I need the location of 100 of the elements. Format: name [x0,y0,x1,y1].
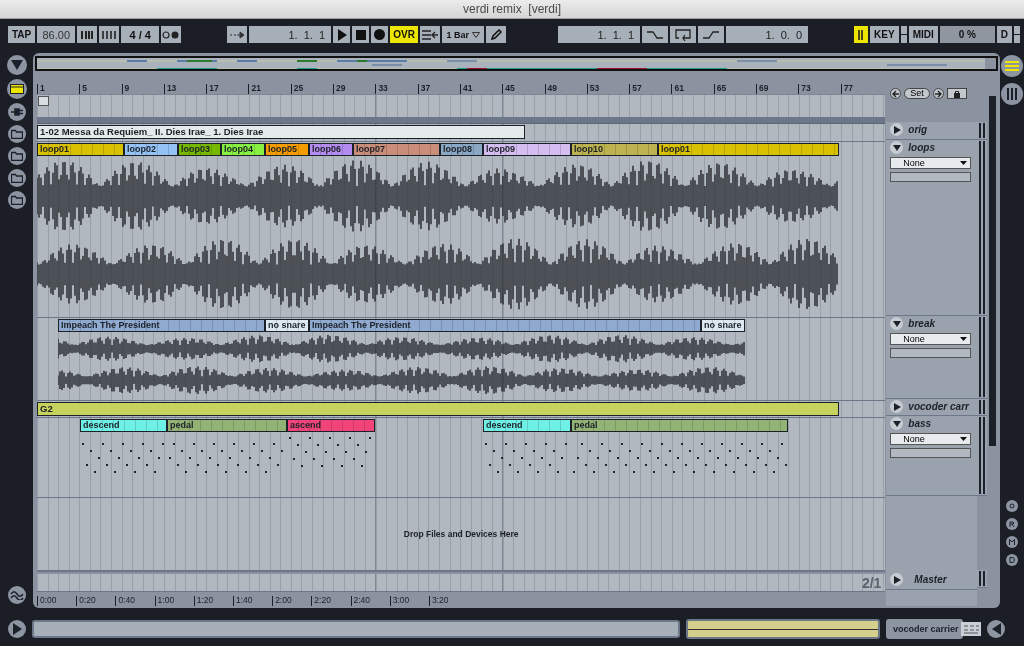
selected-track-label: vocoder carrier [886,619,963,639]
fold-button[interactable] [890,141,904,154]
folder-button[interactable] [7,147,26,165]
input-field[interactable] [890,448,972,458]
input-dropdown[interactable]: None [890,333,972,345]
punch-out-button[interactable] [698,26,725,43]
level-meter [979,400,986,414]
nudge-down-button[interactable] [77,26,98,43]
folder-button[interactable] [7,191,26,209]
overview-button[interactable] [7,586,26,604]
clip[interactable]: loop03 [178,143,221,156]
stepper-button[interactable] [900,26,907,43]
clip[interactable]: ascend [287,419,375,432]
clip[interactable]: no snare [265,319,309,332]
level-meter [979,123,986,138]
return-button[interactable] [1006,518,1018,530]
nudge-up-button[interactable] [99,26,120,43]
clip[interactable]: loop01 [37,143,124,156]
computer-keyboard-button[interactable] [854,26,869,43]
punch-in-button[interactable] [642,26,669,43]
disk-button[interactable]: D [996,26,1012,43]
browser-button[interactable] [6,79,27,99]
clip[interactable]: loop04 [221,143,265,156]
mixer-button[interactable] [1006,536,1018,548]
input-dropdown[interactable]: None [890,157,972,169]
time-signature-field[interactable]: 4 / 4 [121,26,160,43]
triangle-right-icon [892,402,901,411]
overdub-button[interactable]: OVR [390,26,419,43]
time-label: 2:00 [272,596,312,606]
loop-length-field[interactable]: 1. 0. 0 [726,26,809,43]
tap-button[interactable]: TAP [8,26,36,43]
track-name[interactable]: break [908,318,936,329]
midi-map-button[interactable]: MIDI [908,26,938,43]
scrollbar[interactable] [989,96,996,446]
clip[interactable]: Impeach The President [309,319,701,332]
follow-button[interactable] [227,26,248,43]
marker-icon[interactable] [38,96,49,106]
position-field[interactable]: 1. 1. 1 [249,26,332,43]
hide-browser-button[interactable] [6,55,27,75]
stepper-button[interactable] [1014,26,1020,43]
set-locator-button[interactable]: Set [904,88,930,99]
input-field[interactable] [890,348,972,358]
fold-button[interactable] [890,573,904,586]
fold-button[interactable] [890,417,904,430]
stop-button[interactable] [352,26,370,43]
bars-icon [102,29,117,40]
clip[interactable]: 1-02 Messa da Requiem_ II. Dies Irae_ 1. Dies Irae [37,125,525,139]
triangle-right-icon [892,125,901,134]
window-title: verdi remix [verdi] [463,2,561,16]
clip[interactable]: loop09 [483,143,571,156]
draw-mode-button[interactable] [420,26,441,43]
input-field[interactable] [890,172,972,182]
fold-button[interactable] [890,400,904,413]
previous-locator-button[interactable] [890,88,902,99]
delay-button[interactable] [1006,554,1018,566]
fold-button[interactable] [890,123,904,136]
clip[interactable]: loop06 [309,143,353,156]
folder-button[interactable] [7,125,26,143]
fold-button[interactable] [890,317,904,330]
clip[interactable]: G2 [37,402,839,416]
cpu-meter: 0 % [939,26,995,43]
input-dropdown[interactable]: None [890,433,972,445]
track-name[interactable]: loops [908,142,935,153]
overview-drawing[interactable] [35,56,998,71]
session-view-button[interactable] [1001,83,1023,105]
clip[interactable]: Impeach The President [58,319,265,332]
clip[interactable]: loop01 [658,143,839,156]
track-name[interactable]: orig [908,124,928,135]
clip[interactable]: descend [483,419,571,432]
track-name[interactable]: bass [908,418,932,429]
tempo-field[interactable]: 86.00 [37,26,76,43]
clip[interactable]: descend [80,419,167,432]
metronome-button[interactable] [161,26,182,43]
loop-button[interactable] [670,26,697,43]
bars-icon [80,29,95,40]
pencil-button[interactable] [486,26,507,43]
loop-start-field[interactable]: 1. 1. 1 [558,26,641,43]
plugin-button[interactable] [7,103,26,121]
show-info-button[interactable] [8,620,26,638]
play-icon [336,28,347,41]
quantize-dropdown[interactable]: 1 Bar [442,26,485,43]
clip[interactable]: loop10 [571,143,658,156]
arrangement-view-button[interactable] [1001,55,1023,77]
track-name[interactable]: vocoder carr [908,401,969,412]
clip[interactable]: loop02 [124,143,178,156]
next-locator-button[interactable] [932,88,944,99]
io-button[interactable] [1006,500,1018,512]
clip[interactable]: no snare [701,319,745,332]
clip[interactable]: loop07 [353,143,440,156]
record-button[interactable] [371,26,389,43]
track-name[interactable]: Master [914,574,947,585]
hide-device-button[interactable] [986,620,1005,638]
clip[interactable]: loop05 [265,143,309,156]
clip[interactable]: loop08 [440,143,483,156]
folder-button[interactable] [7,169,26,187]
play-button[interactable] [333,26,351,43]
clip[interactable]: pedal [571,419,788,432]
key-map-button[interactable]: KEY [870,26,899,43]
lock-button[interactable] [946,88,967,99]
clip[interactable]: pedal [167,419,287,432]
